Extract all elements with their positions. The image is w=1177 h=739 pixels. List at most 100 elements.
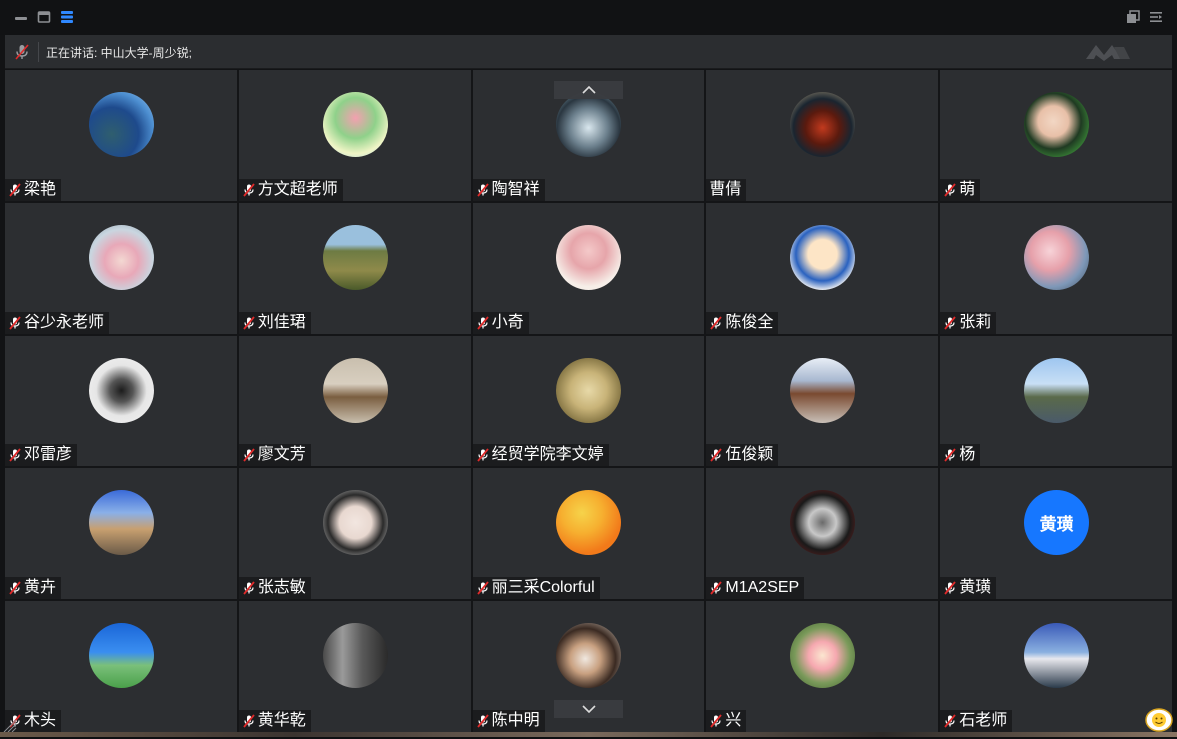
scroll-up-button[interactable] <box>554 81 623 99</box>
participant-avatar <box>322 92 388 157</box>
participant-avatar <box>556 490 622 556</box>
participant-name: 陶智祥 <box>491 180 540 198</box>
muted-mic-icon <box>709 581 723 595</box>
participant-avatar <box>322 224 388 290</box>
participant-avatar <box>88 92 154 157</box>
participant-tile[interactable]: 小奇 <box>472 202 705 334</box>
participant-name: 兴 <box>725 712 742 729</box>
participant-name: 石老师 <box>959 712 1008 729</box>
participant-avatar <box>556 92 622 157</box>
chevron-up-icon <box>581 86 596 94</box>
participant-tile[interactable]: 经贸学院李文婷 <box>472 335 705 467</box>
scroll-down-button[interactable] <box>554 700 623 718</box>
window-icon[interactable] <box>36 9 52 25</box>
meeting-window: 正在讲话: 中山大学-周少锐; 梁艳 方文超老师 陶智祥 曹倩 萌谷少永老师 刘佳珺 小奇 陈… <box>0 0 1177 737</box>
minimize-icon[interactable] <box>13 9 29 25</box>
participant-avatar <box>556 357 622 423</box>
muted-mic-icon <box>476 183 490 197</box>
muted-mic-icon <box>476 581 490 595</box>
participant-avatar <box>556 224 622 290</box>
muted-mic-icon <box>943 714 957 728</box>
speaking-mic-icon <box>13 43 31 61</box>
participant-tile[interactable]: 伍俊颖 <box>706 335 939 467</box>
participant-name: 经贸学院李文婷 <box>491 446 604 464</box>
participant-nameplate: 张莉 <box>940 311 997 334</box>
participant-nameplate: 邓雷彦 <box>5 444 78 467</box>
muted-mic-icon <box>476 714 490 728</box>
muted-mic-icon <box>242 448 256 462</box>
muted-mic-icon <box>709 448 723 462</box>
reaction-emoji-icon[interactable] <box>1144 706 1174 734</box>
muted-mic-icon <box>709 316 723 330</box>
participant-tile[interactable]: 木头 <box>5 601 237 732</box>
muted-mic-icon <box>943 581 957 595</box>
participant-tile[interactable]: M1A2SEP <box>706 468 939 600</box>
participant-name: 丽三采Colorful <box>491 579 595 597</box>
participant-tile[interactable]: 张志敏 <box>238 468 471 600</box>
participant-name: 黄卉 <box>24 579 57 597</box>
participant-tile[interactable]: 谷少永老师 <box>5 202 237 334</box>
participant-avatar <box>790 224 856 290</box>
desktop-background-strip <box>0 732 1177 737</box>
muted-mic-icon <box>8 581 22 595</box>
collapse-panel-icon[interactable] <box>1148 9 1164 25</box>
participant-tile[interactable]: 丽三采Colorful <box>472 468 705 600</box>
participant-avatar <box>88 623 154 689</box>
participant-avatar <box>322 623 388 689</box>
participant-nameplate: 萌 <box>940 178 981 201</box>
participant-nameplate: 方文超老师 <box>238 178 343 201</box>
muted-mic-icon <box>709 714 723 728</box>
participant-nameplate: 刘佳珺 <box>238 311 311 334</box>
participant-name: 黄璜 <box>959 579 992 597</box>
muted-mic-icon <box>476 448 490 462</box>
gallery-view-icon[interactable] <box>59 9 75 25</box>
participant-tile[interactable]: 陈俊全 <box>706 202 939 334</box>
participant-nameplate: 谷少永老师 <box>5 311 110 334</box>
speaking-text: 正在讲话: 中山大学-周少锐; <box>46 46 192 60</box>
muted-mic-icon <box>943 316 957 330</box>
participant-name: 木头 <box>24 712 57 729</box>
participant-grid: 梁艳 方文超老师 陶智祥 曹倩 萌谷少永老师 刘佳珺 小奇 陈俊全 张莉邓雷彦 廖文芳 经贸学院李文… <box>5 70 1172 732</box>
chevron-down-icon <box>581 705 596 713</box>
participant-tile[interactable]: 方文超老师 <box>238 70 471 201</box>
participant-name: 曹倩 <box>709 180 742 198</box>
participant-tile[interactable]: 刘佳珺 <box>238 202 471 334</box>
muted-mic-icon <box>943 183 957 197</box>
participant-name: 谷少永老师 <box>24 313 105 331</box>
muted-mic-icon <box>8 183 22 197</box>
participant-avatar <box>88 490 154 556</box>
muted-mic-icon <box>242 581 256 595</box>
participant-nameplate: 小奇 <box>472 311 529 334</box>
participant-avatar <box>790 92 856 157</box>
participant-name: 邓雷彦 <box>24 446 73 464</box>
participant-name: 廖文芳 <box>257 446 306 464</box>
participant-name: 张莉 <box>959 313 992 331</box>
participant-tile[interactable]: 邓雷彦 <box>5 335 237 467</box>
participant-tile[interactable]: 张莉 <box>940 202 1172 334</box>
muted-mic-icon <box>242 714 256 728</box>
muted-mic-icon <box>943 448 957 462</box>
app-logo-icon <box>1084 41 1132 63</box>
participant-tile[interactable]: 萌 <box>940 70 1172 201</box>
title-bar <box>0 0 1177 35</box>
participant-tile[interactable]: 曹倩 <box>706 70 939 201</box>
participant-tile[interactable]: 廖文芳 <box>238 335 471 467</box>
participant-name: 小奇 <box>491 313 524 331</box>
participant-avatar: 黄璜 <box>1024 490 1090 556</box>
participant-nameplate: 黄华乾 <box>238 710 311 732</box>
participant-avatar <box>322 490 388 556</box>
resize-handle-icon[interactable] <box>3 719 17 733</box>
participant-name: 梁艳 <box>24 180 57 198</box>
participant-name: 伍俊颖 <box>725 446 774 464</box>
participant-nameplate: 陈俊全 <box>706 311 779 334</box>
participant-tile[interactable]: 黄卉 <box>5 468 237 600</box>
participant-avatar <box>1024 224 1090 290</box>
participant-tile[interactable]: 梁艳 <box>5 70 237 201</box>
popout-icon[interactable] <box>1125 9 1141 25</box>
participant-tile[interactable]: 石老师 <box>940 601 1172 732</box>
participant-tile[interactable]: 黄璜 黄璜 <box>940 468 1172 600</box>
speaking-indicator-bar: 正在讲话: 中山大学-周少锐; <box>5 35 1172 69</box>
participant-tile[interactable]: 兴 <box>706 601 939 732</box>
participant-tile[interactable]: 杨 <box>940 335 1172 467</box>
participant-tile[interactable]: 黄华乾 <box>238 601 471 732</box>
